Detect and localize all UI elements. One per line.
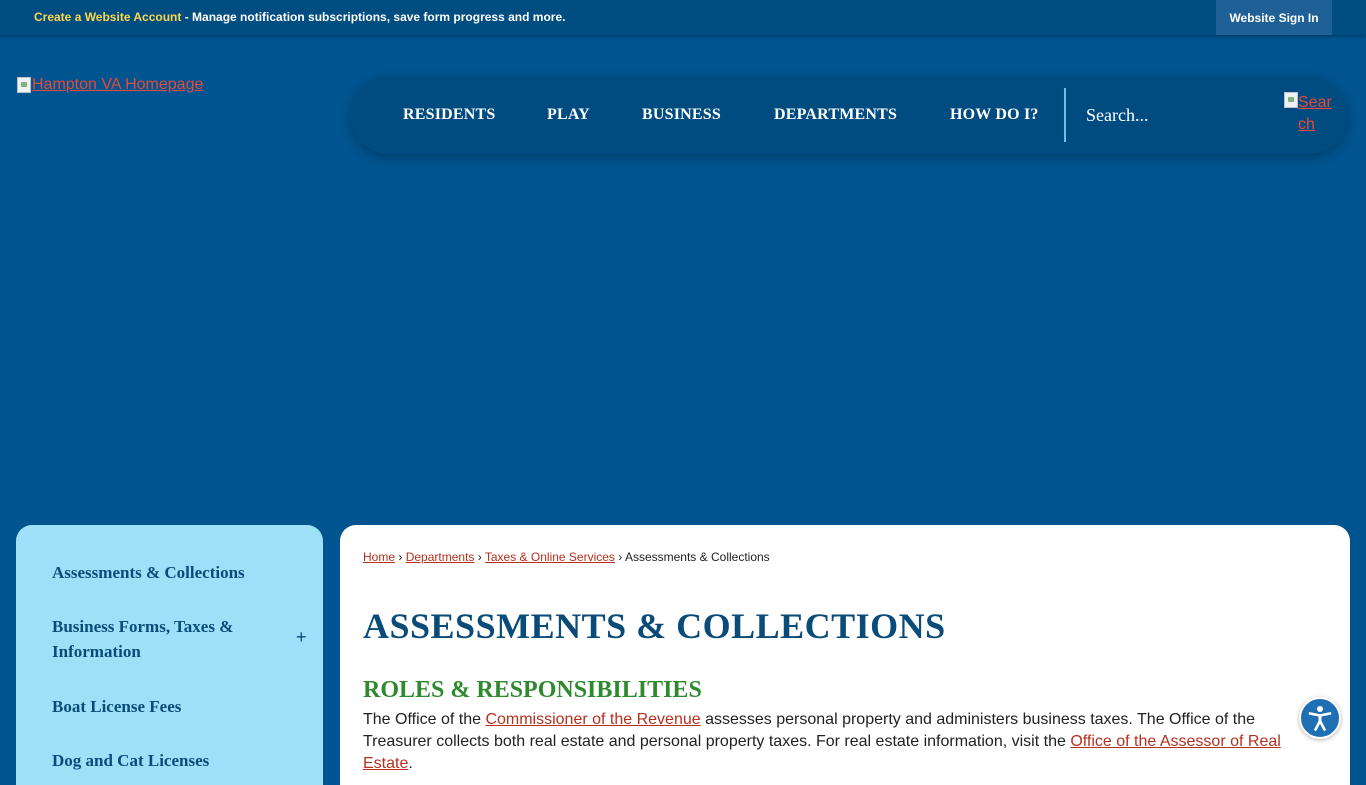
commissioner-link[interactable]: Commissioner of the Revenue [485, 711, 700, 728]
homepage-logo-link[interactable]: Hampton VA Homepage [17, 76, 203, 94]
top-bar: Create a Website Account - Manage notifi… [0, 0, 1366, 35]
page-title: ASSESSMENTS & COLLECTIONS [363, 606, 946, 646]
sidebar-item-assessments[interactable]: Assessments & Collections [52, 560, 262, 585]
create-account-link[interactable]: Create a Website Account [34, 10, 181, 24]
paragraph-text: The Office of the [363, 711, 486, 728]
breadcrumb-home[interactable]: Home [363, 550, 395, 564]
nav-item-how-do-i[interactable]: HOW DO I? [950, 76, 1039, 154]
breadcrumb-taxes[interactable]: Taxes & Online Services [485, 550, 615, 564]
sidebar-nav: Assessments & Collections Business Forms… [16, 525, 323, 785]
section-title: ROLES & RESPONSIBILITIES [363, 677, 702, 703]
account-banner: Create a Website Account - Manage notifi… [34, 10, 565, 24]
nav-item-business[interactable]: BUSINESS [642, 76, 721, 154]
paragraph-text: . [408, 755, 413, 772]
search-button[interactable]: Search [1284, 92, 1334, 136]
breadcrumb-current: Assessments & Collections [624, 550, 770, 564]
breadcrumb-separator: › [398, 550, 403, 564]
expand-icon[interactable]: + [296, 627, 307, 648]
search-icon [1284, 92, 1298, 108]
search-input[interactable] [1086, 103, 1276, 127]
nav-item-play[interactable]: PLAY [547, 76, 590, 154]
nav-item-residents[interactable]: RESIDENTS [403, 76, 496, 154]
breadcrumb-departments[interactable]: Departments [406, 550, 475, 564]
sidebar-item-boat-license[interactable]: Boat License Fees [52, 694, 262, 719]
accessibility-icon [1308, 706, 1332, 731]
main-nav: RESIDENTS PLAY BUSINESS DEPARTMENTS HOW … [350, 76, 1348, 154]
sidebar-item-business-forms[interactable]: Business Forms, Taxes & Information [52, 614, 262, 664]
nav-item-departments[interactable]: DEPARTMENTS [774, 76, 897, 154]
logo-alt-text: Hampton VA Homepage [32, 76, 204, 93]
sidebar-item-dog-cat-licenses[interactable]: Dog and Cat Licenses [52, 748, 262, 773]
roles-paragraph: The Office of the Commissioner of the Re… [363, 709, 1293, 775]
website-sign-in-button[interactable]: Website Sign In [1216, 0, 1332, 35]
broken-image-icon [17, 77, 31, 93]
accessibility-button[interactable] [1299, 697, 1341, 739]
nav-divider [1064, 88, 1066, 142]
account-banner-text: - Manage notification subscriptions, sav… [181, 10, 566, 24]
breadcrumb: Home › Departments › Taxes & Online Serv… [363, 550, 770, 564]
main-content: Home › Departments › Taxes & Online Serv… [340, 525, 1350, 785]
breadcrumb-separator: › [618, 550, 623, 564]
breadcrumb-separator: › [477, 550, 482, 564]
